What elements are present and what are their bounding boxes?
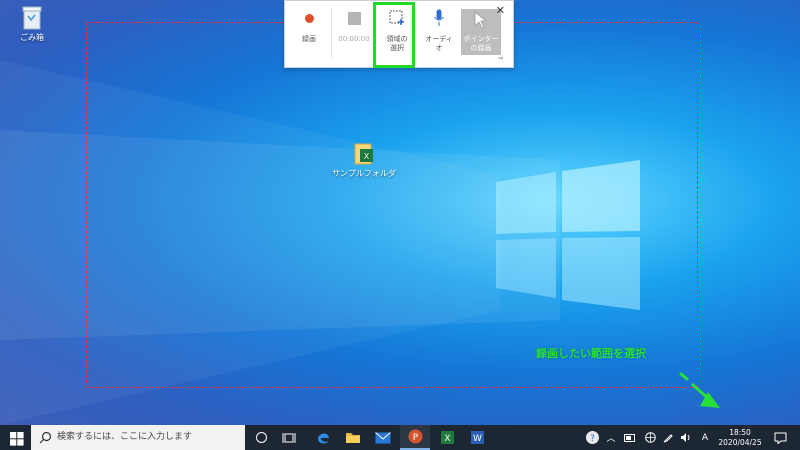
select-area-button[interactable]: 領域の 選択 bbox=[377, 7, 417, 57]
taskbar: 検索するには、ここに入力します P X W ? ︿ A 18:50 2020/0… bbox=[0, 425, 800, 450]
battery-icon bbox=[624, 433, 635, 442]
word-button[interactable]: W bbox=[462, 425, 492, 450]
help-icon: ? bbox=[585, 431, 599, 444]
pen-tray-button[interactable] bbox=[660, 425, 676, 450]
screen-recorder-toolbar: 録画 00:00:00 領域の 選択 オーディ オ ポインター の録画 ✕ ⊸ bbox=[284, 0, 514, 68]
toolbar-divider bbox=[331, 9, 332, 59]
globe-icon bbox=[644, 432, 656, 443]
volume-tray-button[interactable] bbox=[678, 425, 694, 450]
stop-square-icon bbox=[347, 11, 361, 25]
excel-button[interactable]: X bbox=[432, 425, 462, 450]
select-area-label-line2: 選択 bbox=[390, 44, 404, 52]
speaker-icon bbox=[681, 433, 690, 442]
network-tray-button[interactable] bbox=[642, 425, 658, 450]
cortana-button[interactable] bbox=[246, 425, 276, 450]
clock-time: 18:50 bbox=[729, 428, 751, 437]
mouse-pointer-icon bbox=[474, 11, 488, 29]
timer-display: 00:00:00 bbox=[338, 35, 370, 43]
task-view-button[interactable] bbox=[274, 425, 304, 450]
folder-icon: X bbox=[353, 140, 375, 166]
audio-button[interactable]: オーディ オ bbox=[419, 7, 459, 57]
mail-icon bbox=[375, 431, 391, 443]
audio-label-line1: オーディ bbox=[425, 35, 453, 43]
start-button[interactable] bbox=[10, 431, 24, 446]
windows-start-icon bbox=[10, 432, 24, 446]
folder-explorer-icon bbox=[346, 433, 360, 443]
task-view-icon bbox=[282, 432, 296, 443]
notification-center-button[interactable] bbox=[770, 425, 790, 450]
search-icon bbox=[39, 431, 52, 444]
notification-icon bbox=[774, 432, 786, 444]
close-icon[interactable]: ✕ bbox=[496, 4, 505, 17]
pen-icon bbox=[663, 434, 673, 443]
excel-icon: X bbox=[440, 431, 454, 444]
recycle-bin-shortcut[interactable]: ごみ箱 bbox=[0, 4, 64, 43]
audio-label-line2: オ bbox=[435, 44, 443, 52]
instruction-annotation: 録画したい範囲を選択 bbox=[536, 347, 646, 360]
ime-indicator[interactable]: A bbox=[698, 425, 712, 450]
pointer-label-line2: の録画 bbox=[470, 44, 492, 52]
recycle-bin-icon bbox=[21, 4, 43, 30]
sample-folder-label: サンプルフォルダ bbox=[332, 169, 396, 178]
pin-icon[interactable]: ⊸ bbox=[498, 55, 503, 62]
microphone-icon bbox=[434, 9, 444, 26]
show-hidden-icons-button[interactable]: ︿ bbox=[604, 425, 618, 450]
record-dot-icon bbox=[304, 13, 314, 23]
chevron-up-icon: ︿ bbox=[606, 434, 616, 444]
taskbar-clock[interactable]: 18:50 2020/04/25 bbox=[718, 428, 762, 448]
svg-text:W: W bbox=[473, 434, 482, 444]
edge-icon bbox=[317, 433, 329, 444]
powerpoint-button[interactable]: P bbox=[400, 425, 430, 450]
pointer-label-line1: ポインター bbox=[463, 35, 499, 43]
annotation-arrow-icon bbox=[679, 372, 720, 408]
svg-text:X: X bbox=[444, 434, 450, 444]
select-area-icon bbox=[389, 10, 404, 25]
clock-date: 2020/04/25 bbox=[718, 438, 762, 447]
record-button[interactable]: 録画 bbox=[289, 7, 329, 57]
select-area-label-line1: 領域の bbox=[386, 35, 408, 43]
svg-text:X: X bbox=[364, 152, 370, 161]
search-placeholder: 検索するには、ここに入力します bbox=[57, 432, 193, 442]
svg-text:?: ? bbox=[590, 434, 595, 444]
recycle-bin-label: ごみ箱 bbox=[20, 33, 44, 42]
record-label: 録画 bbox=[302, 35, 316, 43]
help-tray-button[interactable]: ? bbox=[582, 425, 602, 450]
cortana-circle-icon bbox=[255, 432, 267, 443]
sample-folder-shortcut[interactable]: X サンプルフォルダ bbox=[332, 140, 396, 179]
powerpoint-icon: P bbox=[408, 429, 422, 444]
word-icon: W bbox=[470, 431, 484, 444]
file-explorer-button[interactable] bbox=[338, 425, 368, 450]
mail-button[interactable] bbox=[368, 425, 398, 450]
svg-text:P: P bbox=[412, 433, 418, 443]
battery-tray-button[interactable] bbox=[622, 425, 638, 450]
edge-button[interactable] bbox=[308, 425, 338, 450]
stop-button[interactable]: 00:00:00 bbox=[333, 7, 375, 57]
taskbar-search-box[interactable]: 検索するには、ここに入力します bbox=[31, 425, 245, 450]
recording-selection-rectangle[interactable] bbox=[86, 22, 698, 388]
